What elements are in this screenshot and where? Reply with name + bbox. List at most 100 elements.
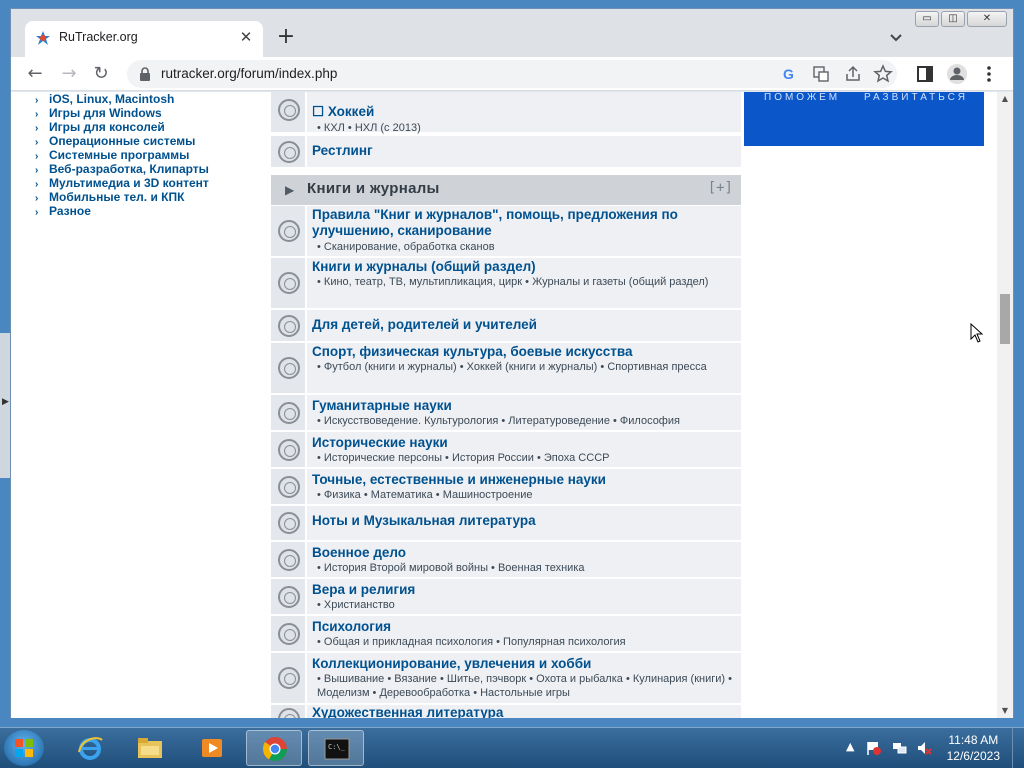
subforum-links[interactable]: • Искусствоведение. Культурология • Лите… — [317, 414, 737, 428]
subforum-links[interactable]: • Общая и прикладная психология • Популя… — [317, 635, 737, 649]
back-button[interactable]: ← — [23, 62, 47, 86]
forum-title-link[interactable]: Гуманитарные науки — [312, 398, 737, 414]
url-text[interactable]: rutracker.org/forum/index.php — [161, 66, 337, 81]
forum-row: Коллекционирование, увлечения и хобби • В… — [271, 653, 741, 705]
restore-button[interactable]: ◫ — [941, 11, 965, 27]
subforum-links[interactable]: • Кино, театр, ТВ, мультипликация, цирк … — [317, 275, 737, 289]
category-link[interactable]: › Игры для консолей — [35, 120, 209, 134]
category-link-label: Веб-разработка, Клипарты — [49, 162, 209, 176]
translate-icon[interactable] — [811, 64, 831, 84]
subforum-links[interactable]: • Футбол (книги и журналы) • Хоккей (кни… — [317, 360, 737, 374]
category-link[interactable]: › Системные программы — [35, 148, 209, 162]
subforum-links[interactable]: • КХЛ • НХЛ (с 2013) — [317, 121, 737, 135]
folder-icon — [138, 738, 162, 758]
scroll-down-arrow-icon[interactable]: ▼ — [1000, 706, 1010, 716]
section-title[interactable]: Книги и журналы — [307, 180, 440, 197]
category-link[interactable]: › iOS, Linux, Macintosh — [35, 92, 209, 106]
category-link[interactable]: › Мультимедиа и 3D контент — [35, 176, 209, 190]
forum-row: Военное дело • История Второй мировой вой… — [271, 542, 741, 579]
section-toggle-button[interactable]: [+] — [708, 180, 733, 196]
vertical-scrollbar[interactable]: ▲ ▼ — [997, 92, 1013, 718]
reload-button[interactable]: ↻ — [89, 62, 113, 86]
category-link-label: Игры для Windows — [49, 106, 162, 120]
volume-muted-icon[interactable] — [916, 740, 932, 756]
forum-title-link[interactable]: Ноты и Музыкальная литература — [312, 513, 737, 529]
scrollbar-thumb[interactable] — [1000, 294, 1010, 344]
forum-row: Ноты и Музыкальная литература — [271, 506, 741, 542]
network-icon[interactable] — [892, 740, 908, 756]
subforum-links[interactable]: • История Второй мировой войны • Военная… — [317, 561, 737, 575]
forum-row: Психология • Общая и прикладная психологи… — [271, 616, 741, 653]
category-link[interactable]: › Веб-разработка, Клипарты — [35, 162, 209, 176]
menu-kebab-icon[interactable] — [977, 62, 1001, 86]
system-clock[interactable]: 11:48 AM 12/6/2023 — [947, 732, 1000, 764]
forum-title-link[interactable]: Военное дело — [312, 545, 737, 561]
close-window-button[interactable]: ✕ — [967, 11, 1007, 27]
subforum-links[interactable]: • Христианство — [317, 598, 737, 612]
banner-text-1: ПОМОЖЕМ — [764, 92, 841, 103]
forum-status-icon — [271, 653, 307, 703]
internet-explorer-icon — [78, 737, 103, 760]
category-link[interactable]: › Операционные системы — [35, 134, 209, 148]
taskbar-explorer[interactable] — [122, 730, 178, 766]
tab-close-icon[interactable]: ✕ — [235, 26, 257, 48]
category-link[interactable]: › Разное — [35, 204, 209, 218]
category-link[interactable]: › Игры для Windows — [35, 106, 209, 120]
banner[interactable]: ПОМОЖЕМ РАЗВИТАТЬСЯ — [744, 92, 984, 146]
new-tab-button[interactable]: + — [273, 25, 299, 51]
subforum-links[interactable]: • Физика • Математика • Машиностроение — [317, 488, 737, 502]
category-link-label: Разное — [49, 204, 91, 218]
forum-title-link[interactable]: Психология — [312, 619, 737, 635]
forum-row: Спорт, физическая культура, боевые искус… — [271, 343, 741, 395]
minimize-button[interactable]: ▭ — [915, 11, 939, 27]
forum-title-link[interactable]: Коллекционирование, увлечения и хобби — [312, 656, 737, 672]
forum-title-link[interactable]: Рестлинг — [312, 143, 737, 159]
category-link-label: Мультимедиа и 3D контент — [49, 176, 209, 190]
bookmark-star-icon[interactable] — [873, 64, 893, 84]
subforum-links[interactable]: • Вышивание • Вязание • Шитье, пэчворк •… — [317, 672, 737, 700]
taskbar-media-player[interactable] — [184, 730, 240, 766]
bullet-icon: › — [35, 207, 39, 218]
taskbar-ie[interactable] — [62, 730, 118, 766]
category-link[interactable]: › Мобильные тел. и КПК — [35, 190, 209, 204]
action-center-flag-icon[interactable] — [866, 740, 882, 756]
subforum-links[interactable]: • Сканирование, обработка сканов — [317, 240, 737, 254]
address-bar[interactable]: rutracker.org/forum/index.php G — [127, 60, 897, 88]
windows-logo-icon — [15, 739, 33, 757]
show-desktop-button[interactable] — [1012, 728, 1024, 768]
section-header[interactable]: ▶ Книги и журналы [+] — [271, 175, 741, 205]
google-icon[interactable]: G — [779, 64, 799, 84]
scroll-up-arrow-icon[interactable]: ▲ — [1000, 94, 1010, 104]
forum-title-link[interactable]: Художественная литература — [312, 705, 737, 718]
forum-row: Правила "Книг и журналов", помощь, предл… — [271, 206, 741, 258]
forum-title-link[interactable]: Правила "Книг и журналов", помощь, предл… — [312, 207, 737, 239]
tab-search-chevron-icon[interactable] — [885, 27, 907, 49]
subforum-links[interactable]: • Исторические персоны • История России … — [317, 451, 737, 465]
share-icon[interactable] — [843, 64, 863, 84]
svg-text:G: G — [783, 66, 794, 82]
forum-status-icon — [271, 258, 307, 308]
tab-rutracker[interactable]: RuTracker.org ✕ — [25, 21, 263, 57]
forward-button[interactable]: → — [57, 62, 81, 86]
category-link-label: Системные программы — [49, 148, 190, 162]
side-panel-handle[interactable]: ▶ — [0, 333, 10, 478]
side-panel-icon[interactable] — [913, 62, 937, 86]
expand-arrow-icon[interactable]: ▶ — [285, 183, 294, 197]
taskbar-cmd[interactable]: C:\_ — [308, 730, 364, 766]
media-player-icon — [202, 739, 222, 757]
category-link-label: iOS, Linux, Macintosh — [49, 92, 175, 106]
forum-title-link[interactable]: Книги и журналы (общий раздел) — [312, 259, 737, 275]
lock-icon[interactable] — [139, 67, 151, 81]
browser-window: RuTracker.org ✕ + ▭ ◫ ✕ ← → ↻ rutracker.… — [10, 8, 1014, 718]
forum-title-link[interactable]: Исторические науки — [312, 435, 737, 451]
forum-row: Гуманитарные науки • Искусствоведение. Ку… — [271, 395, 741, 432]
profile-avatar-icon[interactable] — [945, 62, 969, 86]
forum-title-link[interactable]: Вера и религия — [312, 582, 737, 598]
forum-title-link[interactable]: Точные, естественные и инженерные науки — [312, 472, 737, 488]
forum-title-link[interactable]: ☐ Хоккей — [312, 104, 737, 120]
tray-expand-icon[interactable]: ▲ — [846, 740, 854, 753]
start-button[interactable] — [4, 730, 44, 766]
forum-title-link[interactable]: Спорт, физическая культура, боевые искус… — [312, 344, 737, 360]
forum-title-link[interactable]: Для детей, родителей и учителей — [312, 317, 737, 333]
taskbar-chrome[interactable] — [246, 730, 302, 766]
